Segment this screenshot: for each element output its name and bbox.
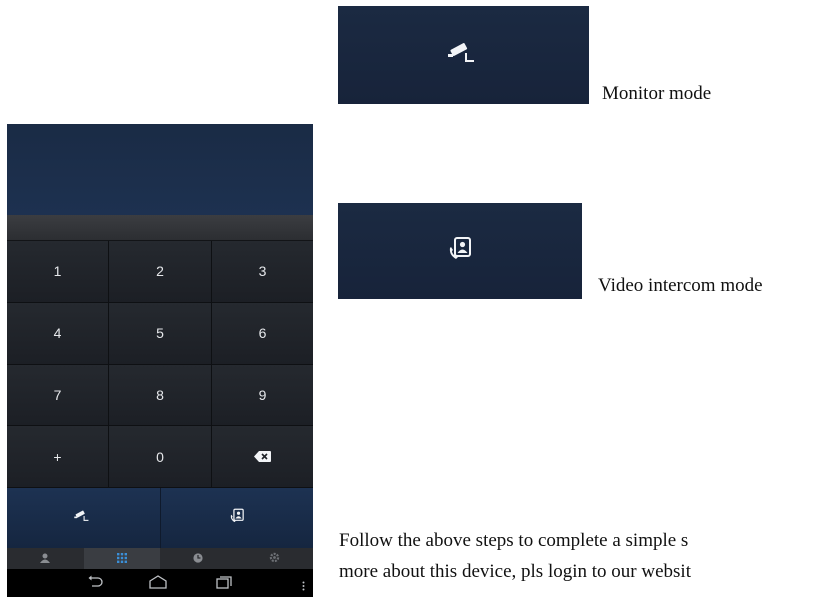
key-7[interactable]: 7	[7, 364, 109, 427]
android-nav-bar	[7, 569, 313, 597]
instructions-line-1: Follow the above steps to complete a sim…	[339, 530, 689, 551]
bottom-tab-bar	[7, 548, 313, 569]
instructions-text: Follow the above steps to complete a sim…	[339, 525, 836, 587]
settings-icon	[269, 550, 280, 568]
tab-history[interactable]	[160, 548, 237, 569]
cctv-camera-icon	[74, 509, 92, 527]
monitor-mode-panel	[338, 6, 589, 104]
key-8[interactable]: 8	[109, 364, 212, 427]
dialer-display	[7, 124, 313, 215]
key-6[interactable]: 6	[212, 302, 313, 365]
key-9[interactable]: 9	[212, 364, 313, 427]
home-icon[interactable]	[149, 575, 167, 594]
overflow-menu-icon[interactable]	[302, 578, 305, 596]
video-intercom-icon	[447, 236, 473, 267]
key-plus[interactable]: +	[7, 426, 109, 488]
video-intercom-call-button[interactable]	[160, 488, 313, 548]
call-buttons-row	[7, 488, 313, 548]
contacts-icon	[40, 550, 51, 568]
phone-dialer-screenshot: 1 2 3 4 5 6 7 8 9 + 0	[7, 124, 313, 597]
video-intercom-mode-caption: Video intercom mode	[598, 275, 763, 296]
delete-key[interactable]	[212, 426, 313, 488]
key-0[interactable]: 0	[109, 426, 212, 488]
monitor-call-button[interactable]	[7, 488, 161, 548]
cctv-camera-icon	[447, 42, 480, 69]
video-intercom-icon	[229, 508, 245, 529]
tab-settings[interactable]	[237, 548, 314, 569]
history-icon	[193, 550, 203, 568]
back-icon[interactable]	[87, 575, 103, 594]
instructions-line-2: more about this device, pls login to our…	[339, 561, 691, 582]
key-4[interactable]: 4	[7, 302, 109, 365]
key-3[interactable]: 3	[212, 241, 313, 303]
monitor-mode-caption: Monitor mode	[602, 83, 712, 104]
number-input-bar[interactable]	[7, 215, 313, 241]
tab-dialpad[interactable]	[83, 548, 160, 569]
key-5[interactable]: 5	[109, 302, 212, 365]
dialpad-icon	[116, 550, 127, 568]
video-intercom-mode-panel	[338, 203, 582, 299]
backspace-icon	[254, 451, 271, 463]
key-1[interactable]: 1	[7, 241, 109, 303]
tab-contacts[interactable]	[7, 548, 84, 569]
recent-apps-icon[interactable]	[216, 575, 232, 594]
key-2[interactable]: 2	[109, 241, 212, 303]
dialpad: 1 2 3 4 5 6 7 8 9 + 0	[7, 241, 313, 488]
